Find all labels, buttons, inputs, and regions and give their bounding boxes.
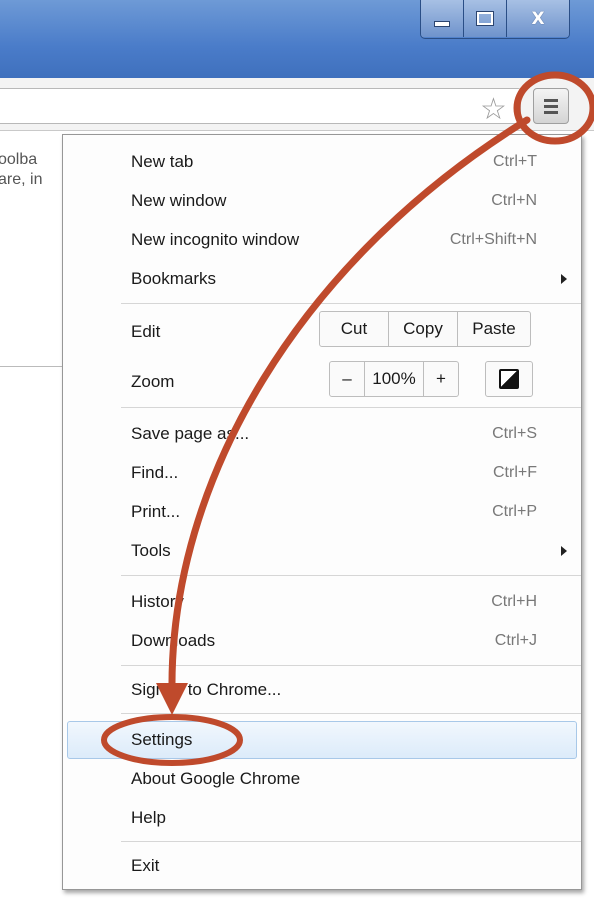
menu-item-label: Tools	[131, 541, 171, 560]
page-divider	[0, 366, 62, 367]
menu-item-tools[interactable]: Tools	[63, 534, 581, 568]
menu-item-label: New window	[131, 191, 227, 210]
minimize-button[interactable]	[421, 0, 464, 37]
menu-separator	[121, 575, 581, 576]
fullscreen-icon	[499, 369, 519, 389]
menu-item-label: History	[131, 592, 184, 611]
menu-separator	[121, 841, 581, 842]
menu-item-new-window[interactable]: New window Ctrl+N	[63, 184, 581, 218]
menu-separator	[121, 303, 581, 304]
menu-item-history[interactable]: History Ctrl+H	[63, 585, 581, 619]
menu-bar-1	[544, 99, 558, 102]
maximize-icon	[476, 11, 494, 26]
menu-item-save-page[interactable]: Save page as... Ctrl+S	[63, 417, 581, 451]
menu-item-new-incognito-window[interactable]: New incognito window Ctrl+Shift+N	[63, 223, 581, 257]
menu-item-shortcut: Ctrl+P	[492, 503, 537, 520]
chrome-menu-button[interactable]	[533, 88, 569, 124]
menu-item-print[interactable]: Print... Ctrl+P	[63, 495, 581, 529]
menu-item-label: Exit	[131, 856, 160, 875]
menu-item-about[interactable]: About Google Chrome	[63, 762, 581, 796]
menu-item-shortcut: Ctrl+T	[493, 153, 537, 170]
menu-item-label: Find...	[131, 463, 179, 482]
menu-item-downloads[interactable]: Downloads Ctrl+J	[63, 624, 581, 658]
menu-item-label: About Google Chrome	[131, 769, 301, 788]
menu-item-find[interactable]: Find... Ctrl+F	[63, 456, 581, 490]
menu-item-new-tab[interactable]: New tab Ctrl+T	[63, 145, 581, 179]
menu-item-shortcut: Ctrl+J	[494, 632, 537, 649]
menu-item-shortcut: Ctrl+H	[491, 593, 537, 610]
paste-button[interactable]: Paste	[458, 312, 530, 346]
menu-item-shortcut: Ctrl+S	[492, 425, 537, 442]
menu-item-label: Settings	[131, 730, 193, 749]
menu-bar-2	[544, 105, 558, 108]
zoom-in-button[interactable]: +	[424, 362, 458, 396]
window-controls: X	[420, 0, 570, 39]
menu-item-label: New incognito window	[131, 230, 300, 249]
submenu-arrow-icon	[561, 274, 567, 284]
menu-item-label: Edit	[131, 322, 161, 341]
menu-item-label: New tab	[131, 152, 194, 171]
menu-separator	[121, 407, 581, 408]
menu-item-label: Save page as...	[131, 424, 250, 443]
menu-item-exit[interactable]: Exit	[63, 849, 581, 883]
menu-item-label: Sign in to Chrome...	[131, 680, 282, 699]
menu-item-shortcut: Ctrl+F	[493, 464, 537, 481]
cut-button[interactable]: Cut	[320, 312, 389, 346]
page-text-line-1: oolba	[0, 151, 38, 168]
menu-item-label: Bookmarks	[131, 269, 217, 288]
fullscreen-button[interactable]	[485, 361, 533, 397]
copy-button[interactable]: Copy	[389, 312, 458, 346]
close-icon: X	[531, 8, 545, 29]
submenu-arrow-icon	[561, 546, 567, 556]
menu-item-bookmarks[interactable]: Bookmarks	[63, 262, 581, 296]
menu-item-label: Zoom	[131, 372, 175, 391]
menu-item-help[interactable]: Help	[63, 801, 581, 835]
window-titlebar: X	[0, 0, 594, 78]
chrome-menu: New tab Ctrl+T New window Ctrl+N New inc…	[62, 134, 582, 890]
menu-item-settings[interactable]: Settings	[63, 723, 581, 757]
omnibox[interactable]	[0, 88, 521, 124]
close-button[interactable]: X	[507, 0, 569, 37]
zoom-out-button[interactable]: –	[330, 362, 365, 396]
zoom-control-group: – 100% +	[329, 361, 459, 397]
zoom-level: 100%	[365, 362, 424, 396]
menu-item-label: Help	[131, 808, 166, 827]
menu-item-sign-in[interactable]: Sign in to Chrome...	[63, 673, 581, 707]
menu-item-label: Downloads	[131, 631, 216, 650]
edit-button-group: Cut Copy Paste	[319, 311, 531, 347]
maximize-button[interactable]	[464, 0, 507, 37]
page-text-line-2: are, in	[0, 171, 43, 188]
page-content-text: oolba are, in	[0, 150, 62, 190]
menu-item-label: Print...	[131, 502, 181, 521]
menu-separator	[121, 713, 581, 714]
menu-bar-3	[544, 111, 558, 114]
menu-separator	[121, 665, 581, 666]
bookmark-star-icon[interactable]: ☆	[480, 92, 507, 127]
minimize-icon	[434, 20, 450, 27]
menu-item-shortcut: Ctrl+N	[491, 192, 537, 209]
menu-item-shortcut: Ctrl+Shift+N	[449, 231, 537, 248]
